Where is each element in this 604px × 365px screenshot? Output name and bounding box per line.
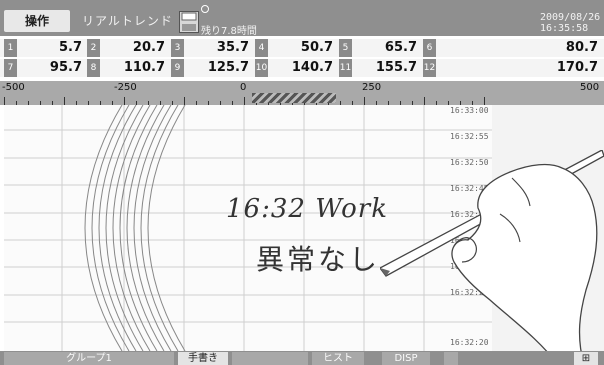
scale-label: 0 <box>240 82 247 93</box>
scale-tick <box>184 97 185 105</box>
channel-row-1: 1 5.7 2 20.7 3 35.7 4 50.7 5 65.7 6 80.7 <box>0 39 604 57</box>
channel-cell[interactable]: 7 95.7 <box>4 59 84 77</box>
channel-value: 155.7 <box>375 60 417 75</box>
trend-curves <box>84 104 186 352</box>
scale-label: 250 <box>362 82 382 93</box>
channel-cell[interactable]: 11 155.7 <box>339 59 419 77</box>
channel-cell[interactable]: 8 110.7 <box>87 59 167 77</box>
channel-value: 125.7 <box>207 60 249 75</box>
scale-tick <box>424 97 425 105</box>
channel-cell[interactable]: 3 35.7 <box>171 39 251 57</box>
channel-value: 95.7 <box>49 60 82 75</box>
channel-number: 4 <box>255 39 268 57</box>
channel-value: 50.7 <box>300 40 333 55</box>
channel-cell[interactable]: 12 170.7 <box>423 59 600 77</box>
handwritten-note-line2: 異常なし <box>256 243 381 276</box>
scale-tick <box>364 97 365 105</box>
blank-softkey[interactable] <box>232 352 308 365</box>
channel-value: 170.7 <box>556 60 598 75</box>
time-label: 16:33:00 <box>450 106 489 115</box>
display-button[interactable]: DISP <box>382 352 430 365</box>
save-disk-icon <box>179 11 199 33</box>
channel-number: 3 <box>171 39 184 57</box>
scale-tick <box>244 97 245 105</box>
history-button[interactable]: ヒスト <box>312 352 364 365</box>
channel-number: 2 <box>87 39 100 57</box>
date-display: 2009/08/26 <box>540 12 601 23</box>
scale-label: 500 <box>580 82 600 93</box>
scale-label: -250 <box>114 82 137 93</box>
channel-number: 7 <box>4 59 17 77</box>
time-label: 16:32:55 <box>450 132 489 141</box>
time-display: 16:35:58 <box>540 23 589 34</box>
channel-number: 10 <box>255 59 268 77</box>
remaining-time: 残り7.8時間 <box>201 26 257 37</box>
channel-number: 6 <box>423 39 436 57</box>
channel-value: 5.7 <box>58 40 82 55</box>
menu-grid-icon[interactable]: ⊞ <box>574 352 598 365</box>
softkey-separator <box>444 352 458 365</box>
media-indicator-icon <box>201 5 209 13</box>
footer-bar: グループ1 手書き ヒスト DISP ⊞ <box>0 351 604 365</box>
channel-number: 8 <box>87 59 100 77</box>
channel-number: 9 <box>171 59 184 77</box>
channel-value: 140.7 <box>291 60 333 75</box>
scale-tick <box>124 97 125 105</box>
channel-cell[interactable]: 10 140.7 <box>255 59 335 77</box>
trend-screen: 操作 リアルトレンド 残り7.8時間 2009/08/26 16:35:58 1… <box>0 0 604 365</box>
channel-value: 35.7 <box>216 40 249 55</box>
group-select-button[interactable]: グループ1 <box>4 352 174 365</box>
channel-cell[interactable]: 4 50.7 <box>255 39 335 57</box>
operate-button[interactable]: 操作 <box>4 10 70 32</box>
channel-value: 20.7 <box>132 40 165 55</box>
channel-cell[interactable]: 1 5.7 <box>4 39 84 57</box>
channel-value: 65.7 <box>384 40 417 55</box>
channel-number: 5 <box>339 39 352 57</box>
channel-row-2: 7 95.7 8 110.7 9 125.7 10 140.7 11 155.7 12 17… <box>0 59 604 77</box>
scale-tick <box>484 97 485 105</box>
channel-cell[interactable]: 5 65.7 <box>339 39 419 57</box>
channel-number: 11 <box>339 59 352 77</box>
scale-label: -500 <box>2 82 25 93</box>
channel-number: 12 <box>423 59 436 77</box>
channel-value: 110.7 <box>123 60 165 75</box>
handwrite-button[interactable]: 手書き <box>178 352 228 365</box>
channel-cell[interactable]: 6 80.7 <box>423 39 600 57</box>
channel-cell[interactable]: 9 125.7 <box>171 59 251 77</box>
hand-with-stylus-icon <box>380 150 604 365</box>
scale-tick <box>64 97 65 105</box>
mode-label: リアルトレンド <box>82 14 173 28</box>
channel-value: 80.7 <box>565 40 598 55</box>
channel-number: 1 <box>4 39 17 57</box>
handwritten-note-line1: 16:32 Work <box>226 194 388 224</box>
scale-tick <box>4 97 5 105</box>
channel-cell[interactable]: 2 20.7 <box>87 39 167 57</box>
range-marker <box>252 93 336 103</box>
